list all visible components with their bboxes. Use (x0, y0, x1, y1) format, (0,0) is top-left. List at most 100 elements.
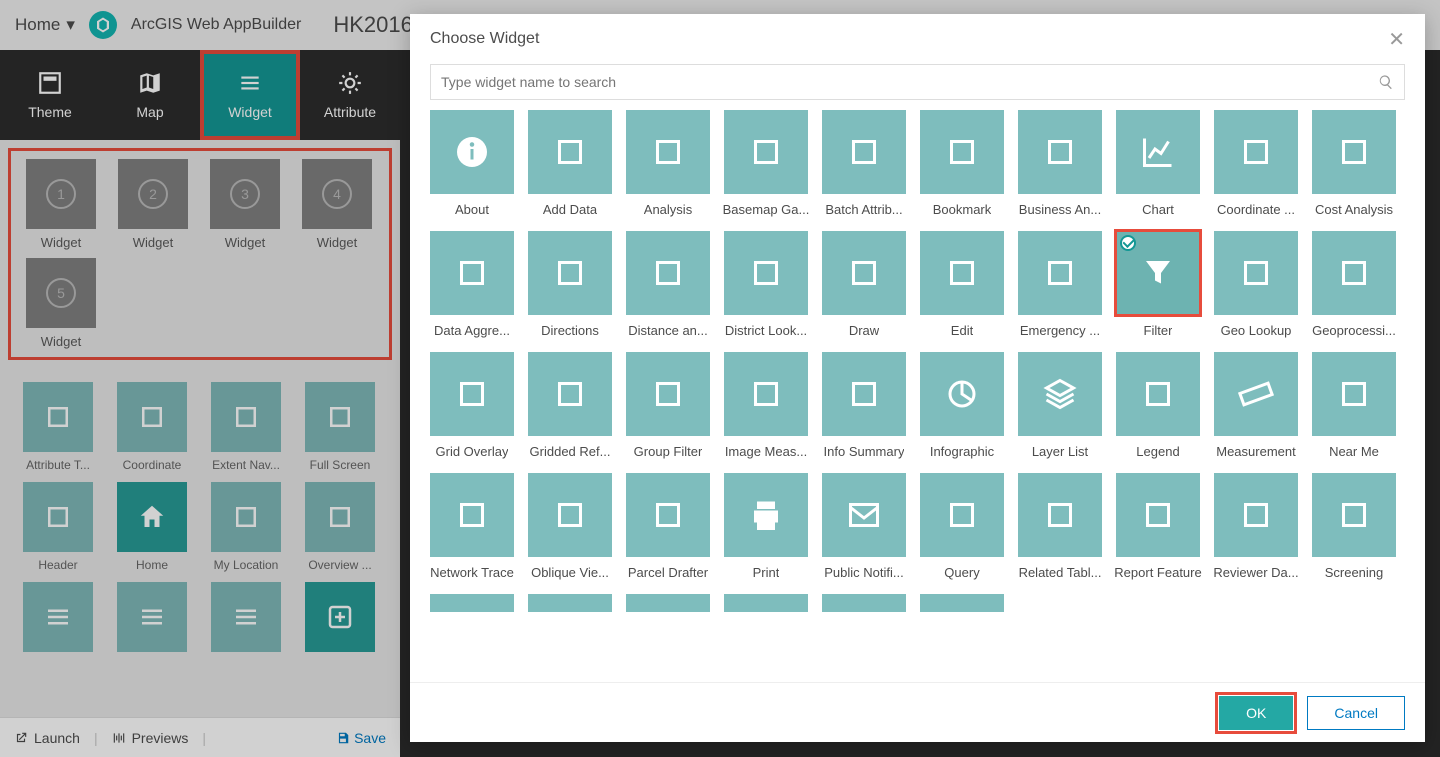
widget-label: Geoprocessi... (1312, 323, 1396, 338)
horn-icon (1042, 255, 1078, 291)
widget-item-info-summary[interactable]: Info Summary (822, 352, 906, 459)
widget-tile (1018, 231, 1102, 315)
widget-tile (626, 594, 710, 612)
widget-label: Network Trace (430, 565, 514, 580)
widget-item-more[interactable] (724, 594, 808, 612)
parcel-icon (650, 497, 686, 533)
gridov-icon (454, 376, 490, 412)
print-icon (748, 497, 784, 533)
widget-item-basemap-ga[interactable]: Basemap Ga... (724, 110, 808, 217)
widget-label: Directions (541, 323, 599, 338)
widget-item-report-feature[interactable]: Report Feature (1116, 473, 1200, 580)
widget-item-chart[interactable]: Chart (1116, 110, 1200, 217)
widget-item-print[interactable]: Print (724, 473, 808, 580)
widget-tile (1312, 110, 1396, 194)
widget-grid-scroll[interactable]: AboutAdd DataAnalysisBasemap Ga...Batch … (410, 110, 1425, 682)
widget-item-reviewer-da[interactable]: Reviewer Da... (1214, 473, 1298, 580)
widget-item-coordinate[interactable]: Coordinate ... (1214, 110, 1298, 217)
widget-tile (1116, 473, 1200, 557)
widget-tile (724, 594, 808, 612)
widget-tile (920, 594, 1004, 612)
widget-item-network-trace[interactable]: Network Trace (430, 473, 514, 580)
widget-tile (626, 352, 710, 436)
widget-item-infographic[interactable]: Infographic (920, 352, 1004, 459)
widget-item-bookmark[interactable]: Bookmark (920, 110, 1004, 217)
widget-item-more[interactable] (822, 594, 906, 612)
widget-item-gridded-ref[interactable]: Gridded Ref... (528, 352, 612, 459)
choose-widget-modal: Choose Widget ✕ AboutAdd DataAnalysisBas… (410, 14, 1425, 742)
toolbox-icon (1336, 255, 1372, 291)
widget-item-batch-attrib[interactable]: Batch Attrib... (822, 110, 906, 217)
widget-label: Emergency ... (1020, 323, 1100, 338)
widget-item-cost-analysis[interactable]: Cost Analysis (1312, 110, 1396, 217)
widget-item-grid-overlay[interactable]: Grid Overlay (430, 352, 514, 459)
infosum-icon (846, 376, 882, 412)
widget-item-more[interactable] (626, 594, 710, 612)
legend-icon (1140, 376, 1176, 412)
widget-item-layer-list[interactable]: Layer List (1018, 352, 1102, 459)
widget-item-parcel-drafter[interactable]: Parcel Drafter (626, 473, 710, 580)
widget-label: Cost Analysis (1315, 202, 1393, 217)
chart-icon (1140, 134, 1176, 170)
layers-icon (1042, 376, 1078, 412)
ruler-icon (1238, 376, 1274, 412)
widget-item-analysis[interactable]: Analysis (626, 110, 710, 217)
widget-item-geo-lookup[interactable]: Geo Lookup (1214, 231, 1298, 338)
widget-item-edit[interactable]: Edit (920, 231, 1004, 338)
district-icon (748, 255, 784, 291)
widget-item-query[interactable]: Query (920, 473, 1004, 580)
widget-label: Screening (1325, 565, 1384, 580)
widget-item-geoprocessi[interactable]: Geoprocessi... (1312, 231, 1396, 338)
ok-button[interactable]: OK (1219, 696, 1293, 730)
widget-item-near-me[interactable]: Near Me (1312, 352, 1396, 459)
widget-label: Query (944, 565, 979, 580)
widget-item-related-tabl[interactable]: Related Tabl... (1018, 473, 1102, 580)
widget-tile (920, 231, 1004, 315)
widget-item-filter[interactable]: Filter (1116, 231, 1200, 338)
geolookup-icon (1238, 255, 1274, 291)
groupfilter-icon (650, 376, 686, 412)
widget-label: Report Feature (1114, 565, 1201, 580)
cancel-button[interactable]: Cancel (1307, 696, 1405, 730)
widget-tile (1116, 352, 1200, 436)
widget-item-business-an[interactable]: Business An... (1018, 110, 1102, 217)
widget-item-measurement[interactable]: Measurement (1214, 352, 1298, 459)
search-input[interactable] (441, 74, 1378, 90)
widget-item-directions[interactable]: Directions (528, 231, 612, 338)
widget-item-distance-an[interactable]: Distance an... (626, 231, 710, 338)
grid4-icon (748, 134, 784, 170)
widget-item-screening[interactable]: Screening (1312, 473, 1396, 580)
widget-search[interactable] (430, 64, 1405, 100)
widget-item-emergency[interactable]: Emergency ... (1018, 231, 1102, 338)
widget-tile (1214, 231, 1298, 315)
widget-item-add-data[interactable]: Add Data (528, 110, 612, 217)
widget-item-data-aggre[interactable]: Data Aggre... (430, 231, 514, 338)
widget-tile (528, 594, 612, 612)
widget-item-more[interactable] (528, 594, 612, 612)
widget-tile (822, 352, 906, 436)
widget-item-group-filter[interactable]: Group Filter (626, 352, 710, 459)
widget-tile (626, 110, 710, 194)
modal-header: Choose Widget ✕ (410, 14, 1425, 64)
widget-label: Bookmark (933, 202, 992, 217)
widget-tile (528, 352, 612, 436)
widget-tile (430, 473, 514, 557)
widget-tile (1018, 473, 1102, 557)
close-icon[interactable]: ✕ (1388, 27, 1405, 52)
widget-item-draw[interactable]: Draw (822, 231, 906, 338)
widget-item-more[interactable] (430, 594, 514, 612)
widget-label: Data Aggre... (434, 323, 510, 338)
money-icon (1336, 134, 1372, 170)
widget-tile (528, 473, 612, 557)
widget-label: Reviewer Da... (1213, 565, 1298, 580)
widget-tile (1312, 352, 1396, 436)
widget-item-more[interactable] (920, 594, 1004, 612)
widget-item-about[interactable]: About (430, 110, 514, 217)
widget-item-oblique-vie[interactable]: Oblique Vie... (528, 473, 612, 580)
widget-item-image-meas[interactable]: Image Meas... (724, 352, 808, 459)
widget-tile (1116, 110, 1200, 194)
widget-item-public-notifi[interactable]: Public Notifi... (822, 473, 906, 580)
widget-tile (724, 473, 808, 557)
widget-item-district-look[interactable]: District Look... (724, 231, 808, 338)
widget-item-legend[interactable]: Legend (1116, 352, 1200, 459)
